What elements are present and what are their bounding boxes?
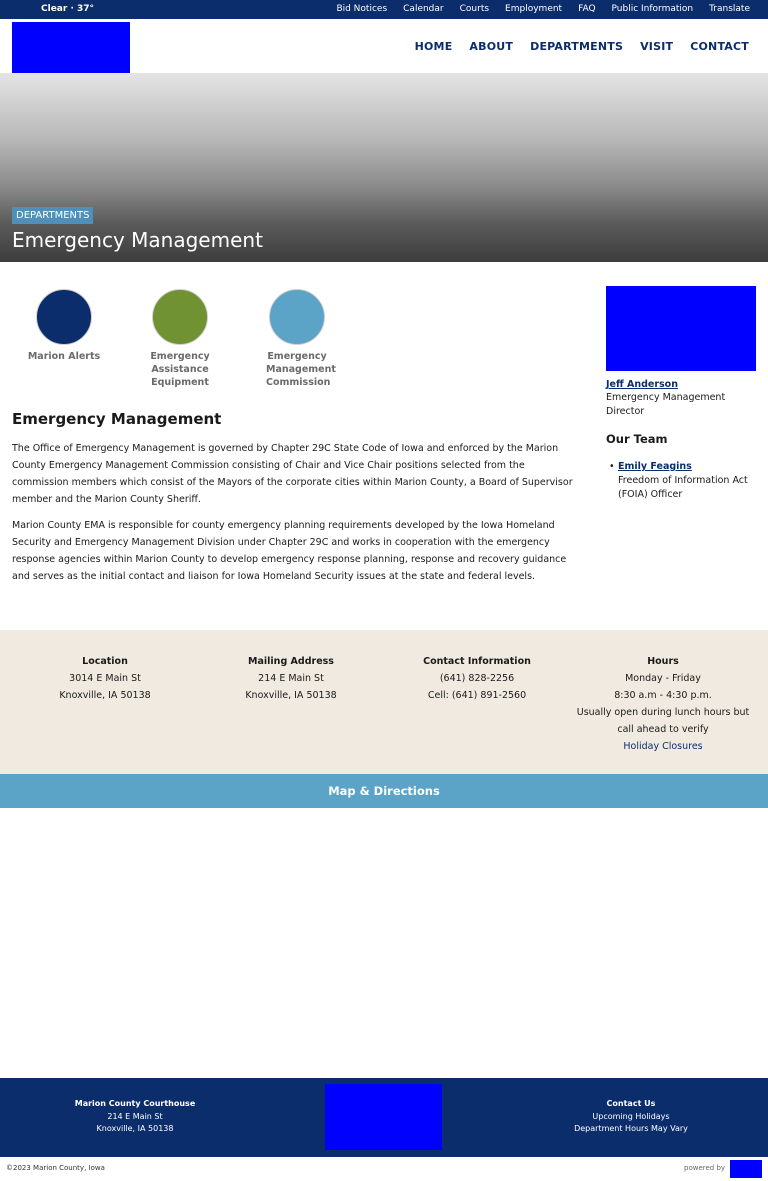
location-heading: Location <box>82 656 128 667</box>
content-paragraph: Marion County EMA is responsible for cou… <box>12 520 567 582</box>
link-public-information[interactable]: Public Information <box>612 4 694 14</box>
utility-bar: Clear · 37° Bid Notices Calendar Courts … <box>0 0 768 19</box>
hours-line: Monday - Friday <box>625 673 701 684</box>
quick-link-label[interactable]: Emergency Assistance Equipment <box>125 350 235 389</box>
content-paragraph: The Office of Emergency Management is go… <box>12 443 573 505</box>
team-member: Emily Feagins Freedom of Information Act… <box>609 460 756 502</box>
footer-logo[interactable] <box>325 1084 442 1150</box>
nav-about[interactable]: ABOUT <box>469 40 513 53</box>
mailing-block: Mailing Address 214 E Main St Knoxville,… <box>216 653 366 704</box>
quick-link-marion-alerts[interactable]: Marion Alerts <box>9 289 119 363</box>
director-photo <box>606 286 756 371</box>
commission-icon[interactable] <box>269 289 325 345</box>
contact-block: Contact Information (641) 828-2256 Cell:… <box>402 653 552 704</box>
location-block: Location 3014 E Main St Knoxville, IA 50… <box>30 653 180 704</box>
nav-contact[interactable]: CONTACT <box>690 40 749 53</box>
footer-hours-note: Department Hours May Vary <box>574 1124 688 1133</box>
main-nav: HOME ABOUT DEPARTMENTS VISIT CONTACT <box>398 40 749 53</box>
holiday-closures-link[interactable]: Holiday Closures <box>623 741 702 752</box>
mailing-line: Knoxville, IA 50138 <box>245 690 337 701</box>
team-heading: Our Team <box>606 432 668 446</box>
quick-link-emergency-management-commission[interactable]: Emergency Management Commission <box>242 289 352 389</box>
location-line: Knoxville, IA 50138 <box>59 690 151 701</box>
link-faq[interactable]: FAQ <box>578 4 595 14</box>
map-directions-button[interactable]: Map & Directions <box>0 774 768 808</box>
link-calendar[interactable]: Calendar <box>403 4 443 14</box>
nav-visit[interactable]: VISIT <box>640 40 673 53</box>
mailing-line: 214 E Main St <box>258 673 324 684</box>
sidebar: Jeff Anderson Emergency Management Direc… <box>606 286 756 502</box>
page-title: Emergency Management <box>12 228 263 252</box>
footer-address-line: 214 E Main St <box>107 1111 163 1121</box>
marion-alerts-icon[interactable] <box>36 289 92 345</box>
footer-holidays-link[interactable]: Upcoming Holidays <box>556 1111 706 1124</box>
footer-contact: Contact Us Upcoming Holidays Department … <box>556 1098 706 1136</box>
hours-block: Hours Monday - Friday 8:30 a.m - 4:30 p.… <box>568 653 758 755</box>
team-member-name[interactable]: Emily Feagins <box>618 461 692 472</box>
footer-address-line: Knoxville, IA 50138 <box>96 1124 174 1133</box>
info-band: Location 3014 E Main St Knoxville, IA 50… <box>0 630 768 774</box>
content-heading: Emergency Management <box>12 410 222 428</box>
director-name[interactable]: Jeff Anderson <box>606 379 756 390</box>
nav-departments[interactable]: DEPARTMENTS <box>530 40 623 53</box>
location-line: 3014 E Main St <box>69 673 141 684</box>
main-content: Emergency Management The Office of Emerg… <box>12 410 582 594</box>
team-member-title: Freedom of Information Act (FOIA) Office… <box>618 475 748 500</box>
hours-note: Usually open during lunch hours but call… <box>576 707 750 735</box>
link-employment[interactable]: Employment <box>505 4 562 14</box>
director-title: Emergency Management Director <box>606 392 726 417</box>
quick-link-label[interactable]: Emergency Management Commission <box>242 350 352 389</box>
footer-courthouse-heading: Marion County Courthouse <box>74 1099 196 1108</box>
contact-heading: Contact Information <box>423 656 531 667</box>
contact-phone[interactable]: (641) 828-2256 <box>402 670 552 687</box>
equipment-icon[interactable] <box>152 289 208 345</box>
link-bid-notices[interactable]: Bid Notices <box>336 4 387 14</box>
quick-link-emergency-assistance-equipment[interactable]: Emergency Assistance Equipment <box>125 289 235 389</box>
weather-status: Clear · 37° <box>41 4 95 14</box>
powered-by-text: powered by <box>684 1164 726 1172</box>
department-tag[interactable]: DEPARTMENTS <box>12 207 94 224</box>
link-translate[interactable]: Translate <box>709 4 750 14</box>
hours-heading: Hours <box>647 656 679 667</box>
copyright-text: ©2023 Marion County, Iowa <box>6 1164 105 1172</box>
site-footer: Marion County Courthouse 214 E Main St K… <box>0 1078 768 1157</box>
hours-line: 8:30 a.m - 4:30 p.m. <box>614 690 712 701</box>
mailing-heading: Mailing Address <box>248 656 334 667</box>
team-list: Emily Feagins Freedom of Information Act… <box>609 460 756 502</box>
hero-banner: DEPARTMENTS Emergency Management <box>0 73 768 262</box>
quick-link-label[interactable]: Marion Alerts <box>9 350 119 363</box>
contact-cell[interactable]: Cell: (641) 891-2560 <box>402 687 552 704</box>
site-header: HOME ABOUT DEPARTMENTS VISIT CONTACT <box>0 19 768 88</box>
copyright-bar: ©2023 Marion County, Iowa powered by <box>0 1157 768 1181</box>
link-courts[interactable]: Courts <box>460 4 489 14</box>
vendor-logo[interactable] <box>730 1160 762 1178</box>
utility-links: Bid Notices Calendar Courts Employment F… <box>320 4 750 14</box>
footer-courthouse: Marion County Courthouse 214 E Main St K… <box>60 1098 210 1136</box>
nav-home[interactable]: HOME <box>415 40 453 53</box>
footer-contact-heading[interactable]: Contact Us <box>556 1098 706 1111</box>
